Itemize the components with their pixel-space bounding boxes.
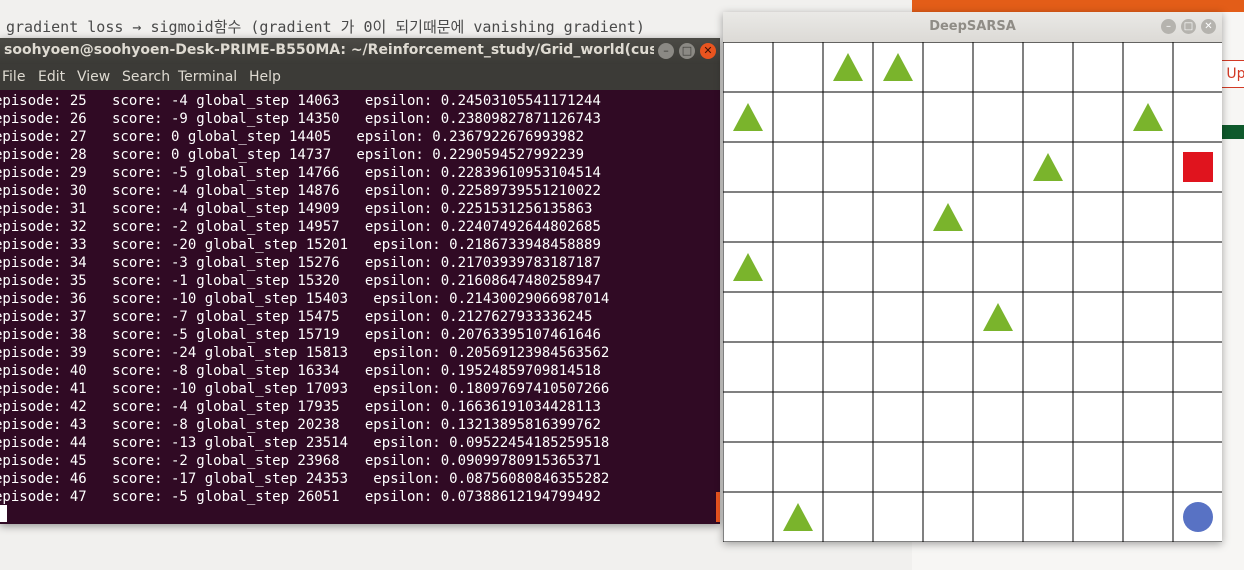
output-line: episode: 39 score: -24 global_step 15813… [0, 345, 610, 361]
output-line: episode: 43 score: -8 global_step 20238 … [0, 417, 601, 433]
output-line: episode: 47 score: -5 global_step 26051 … [0, 489, 601, 505]
minimize-icon[interactable]: – [1161, 19, 1176, 34]
output-line: episode: 33 score: -20 global_step 15201… [0, 237, 601, 253]
menu-help[interactable]: Help [249, 69, 281, 85]
obstacle-triangle [783, 503, 813, 531]
terminal-window[interactable]: soohyoen@soohyoen-Desk-PRIME-B550MA: ~/R… [0, 38, 720, 524]
obstacle-triangle [1033, 153, 1063, 181]
obstacle-triangle [933, 203, 963, 231]
maximize-icon[interactable]: □ [1181, 19, 1196, 34]
output-line: episode: 29 score: -5 global_step 14766 … [0, 165, 601, 181]
menu-terminal[interactable]: Terminal [178, 69, 237, 85]
menu-file[interactable]: File [2, 69, 25, 85]
output-line: episode: 42 score: -4 global_step 17935 … [0, 399, 601, 415]
terminal-scrollbar[interactable] [716, 492, 720, 522]
output-line: episode: 36 score: -10 global_step 15403… [0, 291, 610, 307]
obstacle-triangle [883, 53, 913, 81]
deepsarsa-window[interactable]: DeepSARSA – □ ✕ [723, 12, 1222, 542]
agent-circle [1183, 502, 1213, 532]
output-line: episode: 40 score: -8 global_step 16334 … [0, 363, 601, 379]
deepsarsa-titlebar[interactable]: DeepSARSA – □ ✕ [723, 12, 1222, 43]
close-icon[interactable]: ✕ [1201, 19, 1216, 34]
terminal-title: soohyoen@soohyoen-Desk-PRIME-B550MA: ~/R… [4, 42, 654, 58]
output-line: episode: 27 score: 0 global_step 14405 e… [0, 129, 585, 145]
minimize-icon[interactable]: – [658, 43, 674, 59]
obstacle-triangle [833, 53, 863, 81]
close-icon[interactable]: ✕ [700, 43, 716, 59]
output-line: episode: 38 score: -5 global_step 15719 … [0, 327, 601, 343]
goal-square [1183, 152, 1213, 182]
terminal-output[interactable]: episode: 25 score: -4 global_step 14063 … [0, 92, 716, 522]
output-line: episode: 30 score: -4 global_step 14876 … [0, 183, 601, 199]
output-line: episode: 45 score: -2 global_step 23968 … [0, 453, 601, 469]
output-line: episode: 34 score: -3 global_step 15276 … [0, 255, 601, 271]
menu-edit[interactable]: Edit [38, 69, 65, 85]
output-line: episode: 31 score: -4 global_step 14909 … [0, 201, 593, 217]
obstacle-triangle [733, 253, 763, 281]
maximize-icon[interactable]: □ [679, 43, 695, 59]
menu-view[interactable]: View [77, 69, 110, 85]
obstacle-triangle [1133, 103, 1163, 131]
terminal-cursor [0, 505, 7, 522]
output-line: episode: 35 score: -1 global_step 15320 … [0, 273, 601, 289]
output-line: episode: 25 score: -4 global_step 14063 … [0, 93, 601, 109]
output-line: episode: 46 score: -17 global_step 24353… [0, 471, 610, 487]
deepsarsa-title: DeepSARSA [929, 19, 1016, 34]
up-button[interactable]: Up [1220, 60, 1244, 88]
editor-line: gradient loss → sigmoid함수 (gradient 가 0이… [6, 18, 645, 36]
obstacle-triangle [733, 103, 763, 131]
obstacle-triangle [983, 303, 1013, 331]
app-header-bar [912, 0, 1244, 12]
output-line: episode: 37 score: -7 global_step 15475 … [0, 309, 593, 325]
output-line: episode: 41 score: -10 global_step 17093… [0, 381, 610, 397]
output-line: episode: 44 score: -13 global_step 23514… [0, 435, 610, 451]
terminal-menubar: File Edit View Search Terminal Help [0, 64, 720, 90]
output-line: episode: 28 score: 0 global_step 14737 e… [0, 147, 585, 163]
output-line: episode: 26 score: -9 global_step 14350 … [0, 111, 601, 127]
terminal-titlebar[interactable]: soohyoen@soohyoen-Desk-PRIME-B550MA: ~/R… [0, 38, 720, 64]
output-line: episode: 32 score: -2 global_step 14957 … [0, 219, 601, 235]
grid-world-canvas [723, 42, 1222, 542]
menu-search[interactable]: Search [122, 69, 170, 85]
